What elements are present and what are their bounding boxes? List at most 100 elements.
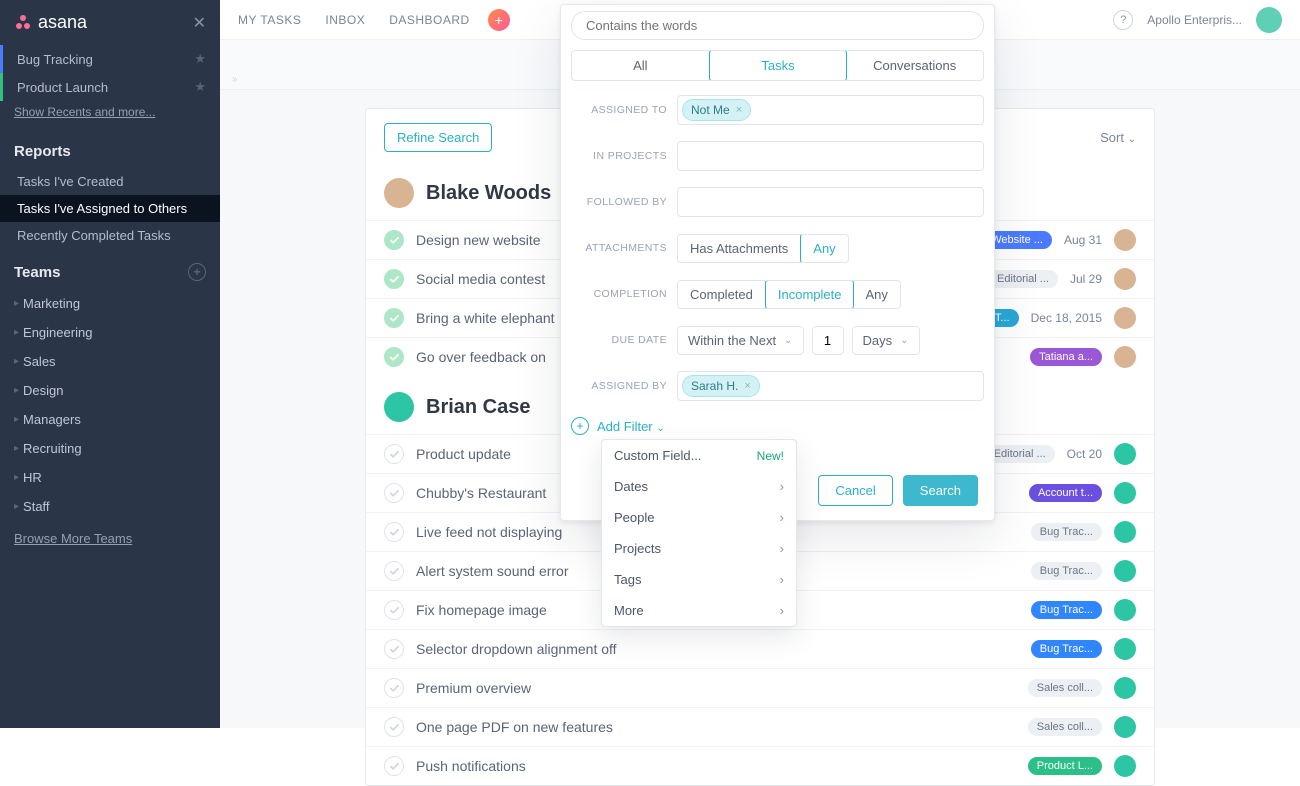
assigned-to-chip[interactable]: Not Me × bbox=[682, 99, 751, 121]
project-pill[interactable]: Product L... bbox=[1028, 757, 1102, 775]
segment-option[interactable]: Any bbox=[800, 234, 848, 263]
project-pill[interactable]: Bug Trac... bbox=[1031, 562, 1102, 580]
sidebar-team-item[interactable]: ▸HR bbox=[0, 463, 220, 492]
due-operator-select[interactable]: Within the Next⌄ bbox=[677, 326, 804, 355]
asana-logo-icon bbox=[14, 14, 32, 32]
task-row[interactable]: Premium overview Sales coll... bbox=[366, 668, 1154, 707]
assigned-by-chip[interactable]: Sarah H.× bbox=[682, 375, 760, 397]
chevron-down-icon: ⌄ bbox=[784, 335, 792, 346]
sidebar-team-item[interactable]: ▸Design bbox=[0, 376, 220, 405]
refine-search-button[interactable]: Refine Search bbox=[384, 123, 492, 152]
filter-menu-item[interactable]: Dates› bbox=[602, 471, 796, 502]
complete-checkbox[interactable] bbox=[384, 483, 404, 503]
complete-checkbox[interactable] bbox=[384, 600, 404, 620]
user-avatar[interactable] bbox=[1256, 7, 1282, 33]
chevron-right-icon: › bbox=[780, 479, 784, 494]
sidebar-recent-project[interactable]: Bug Tracking★ bbox=[0, 45, 220, 73]
sidebar-team-item[interactable]: ▸Sales bbox=[0, 347, 220, 376]
followed-by-field[interactable] bbox=[677, 187, 984, 217]
menu-item-label: Tags bbox=[614, 572, 641, 587]
complete-checkbox[interactable] bbox=[384, 756, 404, 776]
top-nav-item[interactable]: INBOX bbox=[325, 13, 365, 27]
add-team-icon[interactable]: + bbox=[188, 263, 206, 281]
task-row[interactable]: Push notificationsProduct L... bbox=[366, 746, 1154, 785]
add-filter-icon[interactable]: + bbox=[571, 417, 589, 435]
segment-option[interactable]: Tasks bbox=[709, 50, 848, 81]
task-title: Premium overview bbox=[416, 680, 1016, 696]
complete-checkbox[interactable] bbox=[384, 717, 404, 737]
complete-checkbox[interactable] bbox=[384, 561, 404, 581]
search-button[interactable]: Search bbox=[903, 475, 978, 506]
top-nav-item[interactable]: MY TASKS bbox=[238, 13, 301, 27]
project-pill[interactable]: Editorial ... bbox=[988, 270, 1058, 288]
caret-right-icon: ▸ bbox=[14, 298, 19, 309]
advanced-search-popover: AllTasksConversations ASSIGNED TO Not Me… bbox=[560, 4, 995, 521]
sidebar-report-item[interactable]: Tasks I've Assigned to Others bbox=[0, 195, 220, 222]
star-icon[interactable]: ★ bbox=[194, 79, 206, 95]
segment-option[interactable]: Any bbox=[853, 281, 899, 308]
complete-checkbox[interactable] bbox=[384, 269, 404, 289]
sidebar-team-item[interactable]: ▸Recruiting bbox=[0, 434, 220, 463]
complete-checkbox[interactable] bbox=[384, 230, 404, 250]
quick-add-button[interactable]: + bbox=[488, 9, 510, 31]
workspace-name[interactable]: Apollo Enterpris... bbox=[1147, 13, 1242, 27]
sidebar-team-item[interactable]: ▸Engineering bbox=[0, 318, 220, 347]
sidebar-recent-project[interactable]: Product Launch★ bbox=[0, 73, 220, 101]
menu-item-label: Custom Field... bbox=[614, 448, 701, 463]
browse-teams-link[interactable]: Browse More Teams bbox=[0, 521, 220, 556]
sidebar-team-item[interactable]: ▸Marketing bbox=[0, 289, 220, 318]
complete-checkbox[interactable] bbox=[384, 678, 404, 698]
due-value-input[interactable] bbox=[812, 326, 844, 355]
complete-checkbox[interactable] bbox=[384, 639, 404, 659]
star-icon[interactable]: ★ bbox=[194, 51, 206, 67]
search-words-input[interactable] bbox=[571, 11, 984, 40]
sidebar-team-item[interactable]: ▸Staff bbox=[0, 492, 220, 521]
complete-checkbox[interactable] bbox=[384, 522, 404, 542]
sidebar-report-item[interactable]: Tasks I've Created bbox=[0, 168, 220, 195]
sort-label: Sort bbox=[1100, 130, 1124, 145]
filter-menu-item[interactable]: People› bbox=[602, 502, 796, 533]
assigned-by-field[interactable]: Sarah H.× bbox=[677, 371, 984, 401]
segment-option[interactable]: All bbox=[572, 51, 710, 80]
complete-checkbox[interactable] bbox=[384, 308, 404, 328]
logo[interactable]: asana bbox=[14, 12, 87, 33]
filter-menu-item[interactable]: More› bbox=[602, 595, 796, 626]
task-title: One page PDF on new features bbox=[416, 719, 1016, 735]
show-recents-link[interactable]: Show Recents and more... bbox=[0, 101, 220, 129]
top-nav-item[interactable]: DASHBOARD bbox=[389, 13, 470, 27]
task-row[interactable]: Selector dropdown alignment offBug Trac.… bbox=[366, 629, 1154, 668]
filter-menu-item[interactable]: Custom Field...New! bbox=[602, 440, 796, 471]
task-row[interactable]: One page PDF on new features Sales coll..… bbox=[366, 707, 1154, 746]
complete-checkbox[interactable] bbox=[384, 347, 404, 367]
segment-option[interactable]: Incomplete bbox=[765, 280, 855, 309]
complete-checkbox[interactable] bbox=[384, 444, 404, 464]
sidebar-team-item[interactable]: ▸Managers bbox=[0, 405, 220, 434]
chip-remove-icon[interactable]: × bbox=[744, 380, 750, 392]
sidebar-report-item[interactable]: Recently Completed Tasks bbox=[0, 222, 220, 249]
assigned-to-field[interactable]: Not Me × bbox=[677, 95, 984, 125]
chip-label: Not Me bbox=[691, 103, 730, 117]
project-pill[interactable]: Editorial ... bbox=[985, 445, 1055, 463]
project-pill[interactable]: Tatiana a... bbox=[1030, 348, 1102, 366]
sort-dropdown[interactable]: Sort ⌄ bbox=[1100, 130, 1136, 145]
in-projects-field[interactable] bbox=[677, 141, 984, 171]
chip-remove-icon[interactable]: × bbox=[736, 104, 742, 116]
project-pill[interactable]: Sales coll... bbox=[1028, 718, 1102, 736]
segment-option[interactable]: Has Attachments bbox=[678, 235, 801, 262]
close-sidebar-icon[interactable]: ✕ bbox=[193, 13, 206, 33]
help-icon[interactable]: ? bbox=[1113, 10, 1133, 30]
filter-menu-item[interactable]: Tags› bbox=[602, 564, 796, 595]
segment-option[interactable]: Conversations bbox=[846, 51, 983, 80]
due-unit-select[interactable]: Days⌄ bbox=[852, 326, 920, 355]
add-filter-button[interactable]: Add Filter ⌄ bbox=[597, 419, 665, 434]
sidebar: asana ✕ Bug Tracking★Product Launch★ Sho… bbox=[0, 0, 220, 728]
filter-menu-item[interactable]: Projects› bbox=[602, 533, 796, 564]
project-pill[interactable]: Account t... bbox=[1029, 484, 1102, 502]
project-pill[interactable]: Bug Trac... bbox=[1031, 523, 1102, 541]
project-pill[interactable]: Sales coll... bbox=[1028, 679, 1102, 697]
project-pill[interactable]: Bug Trac... bbox=[1031, 640, 1102, 658]
cancel-button[interactable]: Cancel bbox=[818, 475, 892, 506]
segment-option[interactable]: Completed bbox=[678, 281, 766, 308]
project-pill[interactable]: Bug Trac... bbox=[1031, 601, 1102, 619]
chevron-right-icon: › bbox=[780, 541, 784, 556]
